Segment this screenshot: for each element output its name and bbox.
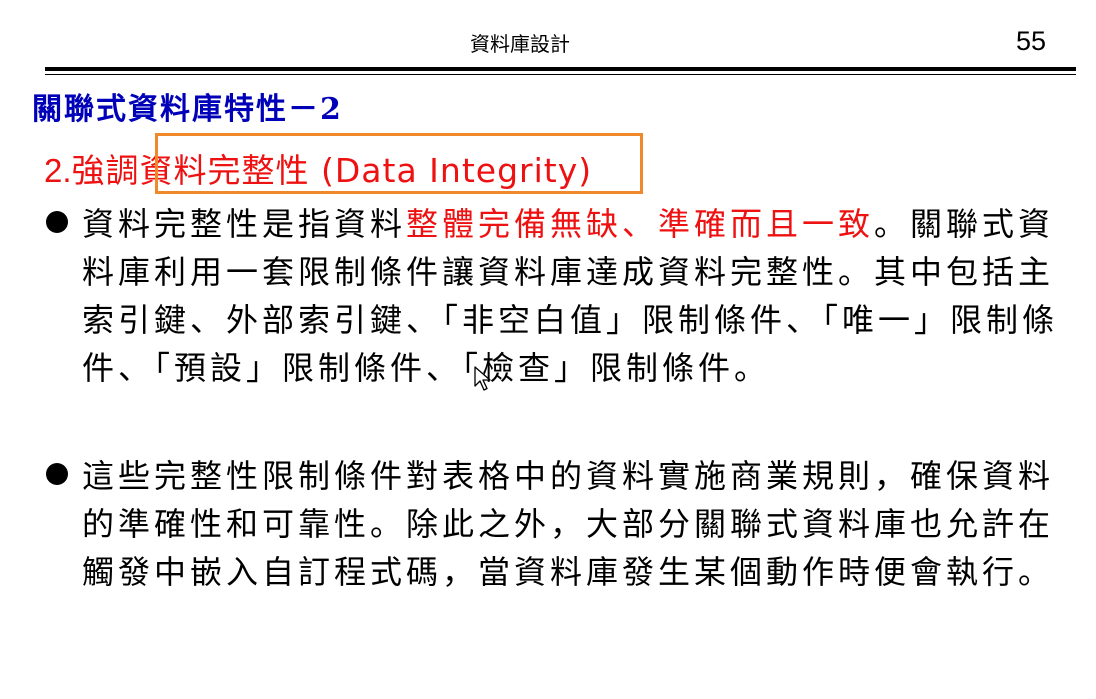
slide-page: 資料庫設計 55 關聯式資料庫特性－2 2.強調資料完整性 (Data Inte… [0, 0, 1096, 699]
bullet-dot [46, 463, 68, 485]
slide-title: 關聯式資料庫特性－2 [32, 92, 343, 127]
bullet-paragraph-1: 資料完整性是指資料整體完備無缺、準確而且一致。關聯式資料庫利用一套限制條件讓資料… [82, 200, 1072, 392]
bullet-1-text-emphasis: 整體完備無缺、準確而且一致 [406, 205, 875, 243]
page-number: 55 [1015, 26, 1046, 56]
subheading-number: 2. [44, 152, 72, 189]
bullet-1-text-a: 資料完整性是指資料 [82, 205, 407, 243]
subheading-prefix: 強調 [71, 151, 140, 190]
bullet-dot [46, 211, 68, 233]
bullet-2-text: 這些完整性限制條件對表格中的資料實施商業規則，確保資料的準確性和可靠性。除此之外… [82, 457, 1055, 591]
header-rule-thin [45, 74, 1076, 75]
header-rule-thick [45, 67, 1076, 71]
bullet-paragraph-2: 這些完整性限制條件對表格中的資料實施商業規則，確保資料的準確性和可靠性。除此之外… [82, 452, 1072, 596]
header-title: 資料庫設計 [470, 32, 570, 56]
highlight-box [155, 133, 643, 194]
mouse-pointer-icon [474, 366, 491, 391]
